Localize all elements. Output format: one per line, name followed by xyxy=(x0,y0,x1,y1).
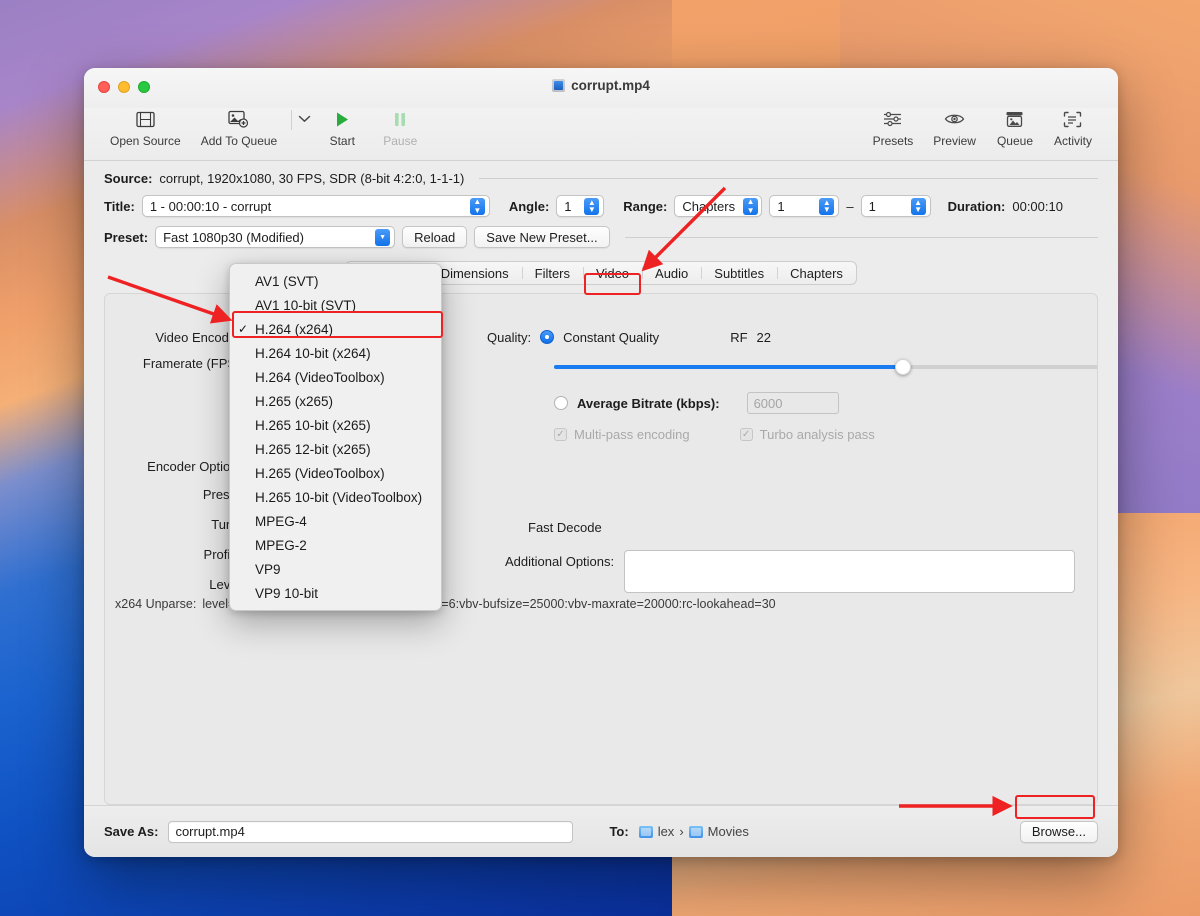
annotation-highlight-video-tab xyxy=(584,273,641,295)
annotation-highlight-encoder-menu-item xyxy=(232,311,443,338)
arrow-to-encoder-menu-item xyxy=(107,275,233,324)
annotation-arrows xyxy=(107,186,1013,817)
annotation-highlight-browse-button xyxy=(1015,795,1095,819)
arrow-to-video-tab xyxy=(641,186,727,272)
